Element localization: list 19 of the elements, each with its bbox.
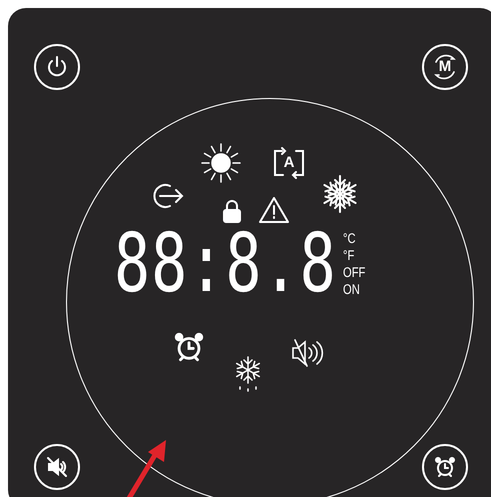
lock-icon <box>222 199 242 223</box>
unit-label: ON <box>342 281 361 298</box>
power-button[interactable] <box>34 44 80 90</box>
alarm-clock-icon <box>172 330 206 364</box>
unit-label: °C <box>342 230 356 247</box>
alarm-clock-icon <box>433 455 457 479</box>
mode-button[interactable]: M <box>422 44 468 90</box>
sun-icon <box>200 142 242 184</box>
warning-icon <box>258 196 290 224</box>
mute-icon <box>45 455 69 479</box>
mode-label: M <box>438 56 452 77</box>
power-icon <box>45 55 69 79</box>
auto-label: A <box>284 152 294 173</box>
alarm-button[interactable] <box>422 444 468 490</box>
unit-label: °F <box>342 247 356 264</box>
unit-label: OFF <box>342 264 366 281</box>
speaker-muted-icon <box>290 338 324 368</box>
mute-button[interactable] <box>34 444 80 490</box>
segment-display-digits: 88:8.8 <box>114 224 337 304</box>
